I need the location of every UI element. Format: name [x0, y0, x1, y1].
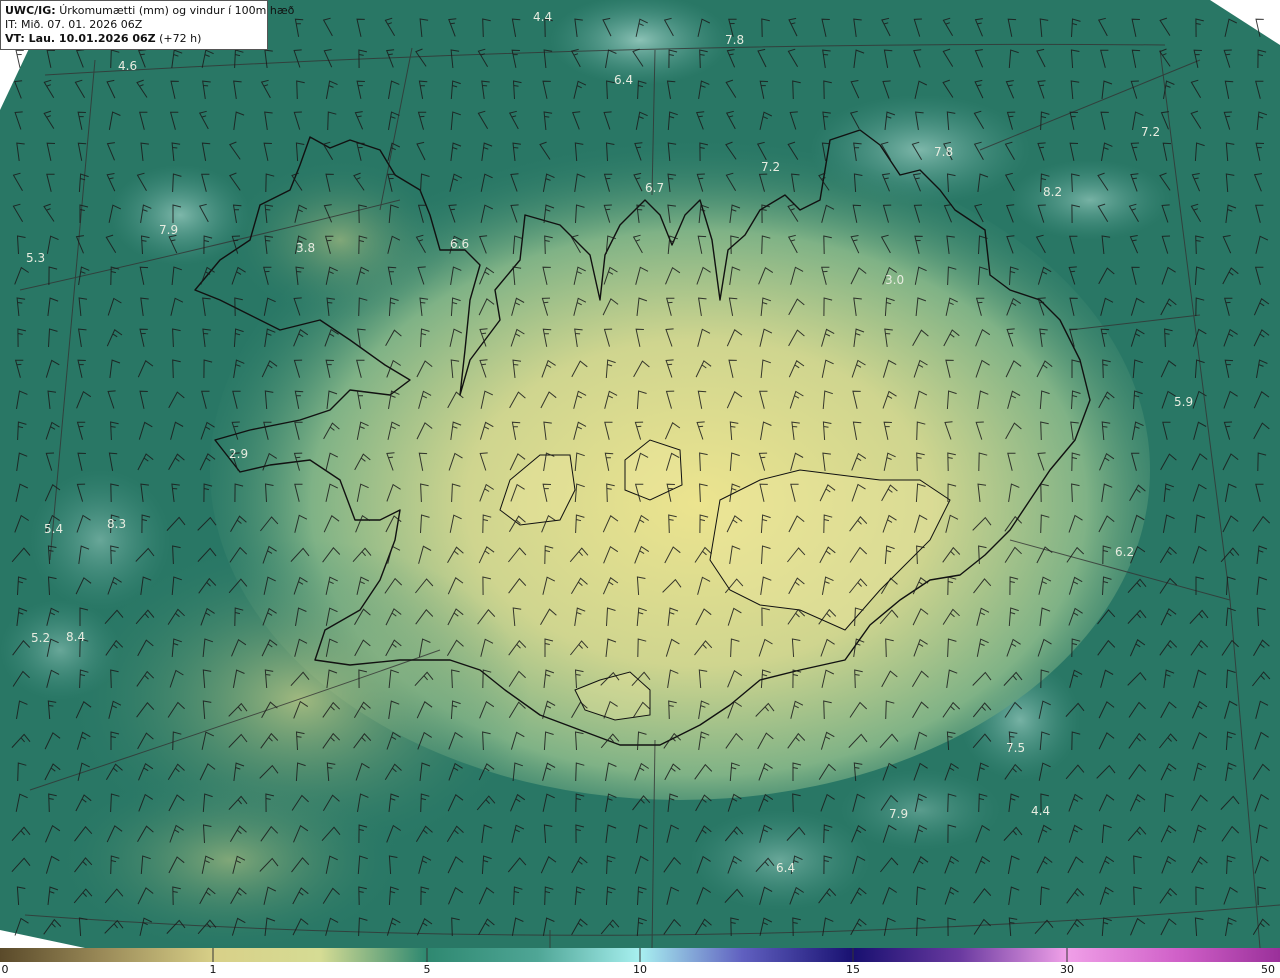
initial-time: IT: Mið. 07. 01. 2026 06Z	[5, 18, 143, 31]
value-label: 5.9	[1174, 395, 1193, 409]
value-label: 7.8	[725, 33, 744, 47]
value-label: 8.2	[1043, 185, 1062, 199]
colorbar-tick: 15	[846, 963, 860, 976]
map-title-line: UWC/IG: Úrkomumætti (mm) og vindur í 100…	[5, 4, 294, 18]
map-info-box: UWC/IG: Úrkomumætti (mm) og vindur í 100…	[0, 0, 294, 50]
precip-colorbar	[0, 948, 1280, 962]
value-label: 6.4	[776, 861, 795, 875]
value-label: 6.7	[645, 181, 664, 195]
colorbar-tick: 1	[209, 963, 217, 976]
value-label: 8.3	[107, 517, 126, 531]
value-label: 7.8	[934, 145, 953, 159]
value-label: 6.4	[614, 73, 633, 87]
value-label: 4.4	[1031, 804, 1050, 818]
colorbar-tick: 30	[1060, 963, 1074, 976]
lead-time: (+72 h)	[159, 32, 202, 45]
value-label: 7.2	[1141, 125, 1160, 139]
colorbar-tick: 5	[423, 963, 431, 976]
forecast-map: 4.4 7.8 4.6 6.4 7.2 7.2 7.8 6.7 8.2 7.9 …	[0, 0, 1280, 948]
colorbar-tick: 10	[633, 963, 647, 976]
value-label: 7.9	[159, 223, 178, 237]
value-label: 7.5	[1006, 741, 1025, 755]
valid-time-line: VT: Lau. 10.01.2026 06Z (+72 h)	[5, 32, 263, 46]
value-label: 6.6	[450, 237, 469, 251]
value-label: 6.2	[1115, 545, 1134, 559]
value-label: 8.4	[66, 630, 85, 644]
value-label: 4.4	[533, 10, 552, 24]
colorbar-tick-labels: 0 1 5 10 15 30 50	[0, 962, 1280, 978]
value-label: 7.9	[889, 807, 908, 821]
value-label: 5.2	[31, 631, 50, 645]
map-title: Úrkomumætti (mm) og vindur í 100m hæð	[59, 4, 295, 17]
value-label: 3.0	[885, 273, 904, 287]
value-label: 5.3	[26, 251, 45, 265]
value-label: 5.4	[44, 522, 63, 536]
valid-time: VT: Lau. 10.01.2026 06Z	[5, 32, 156, 45]
model-code: UWC/IG:	[5, 4, 56, 17]
value-label: 2.9	[229, 447, 248, 461]
value-label: 4.6	[118, 59, 137, 73]
colorbar-tick: 50	[1261, 963, 1275, 976]
value-label: 7.2	[761, 160, 780, 174]
value-label: 3.8	[296, 241, 315, 255]
colorbar-tick: 0	[1, 963, 9, 976]
